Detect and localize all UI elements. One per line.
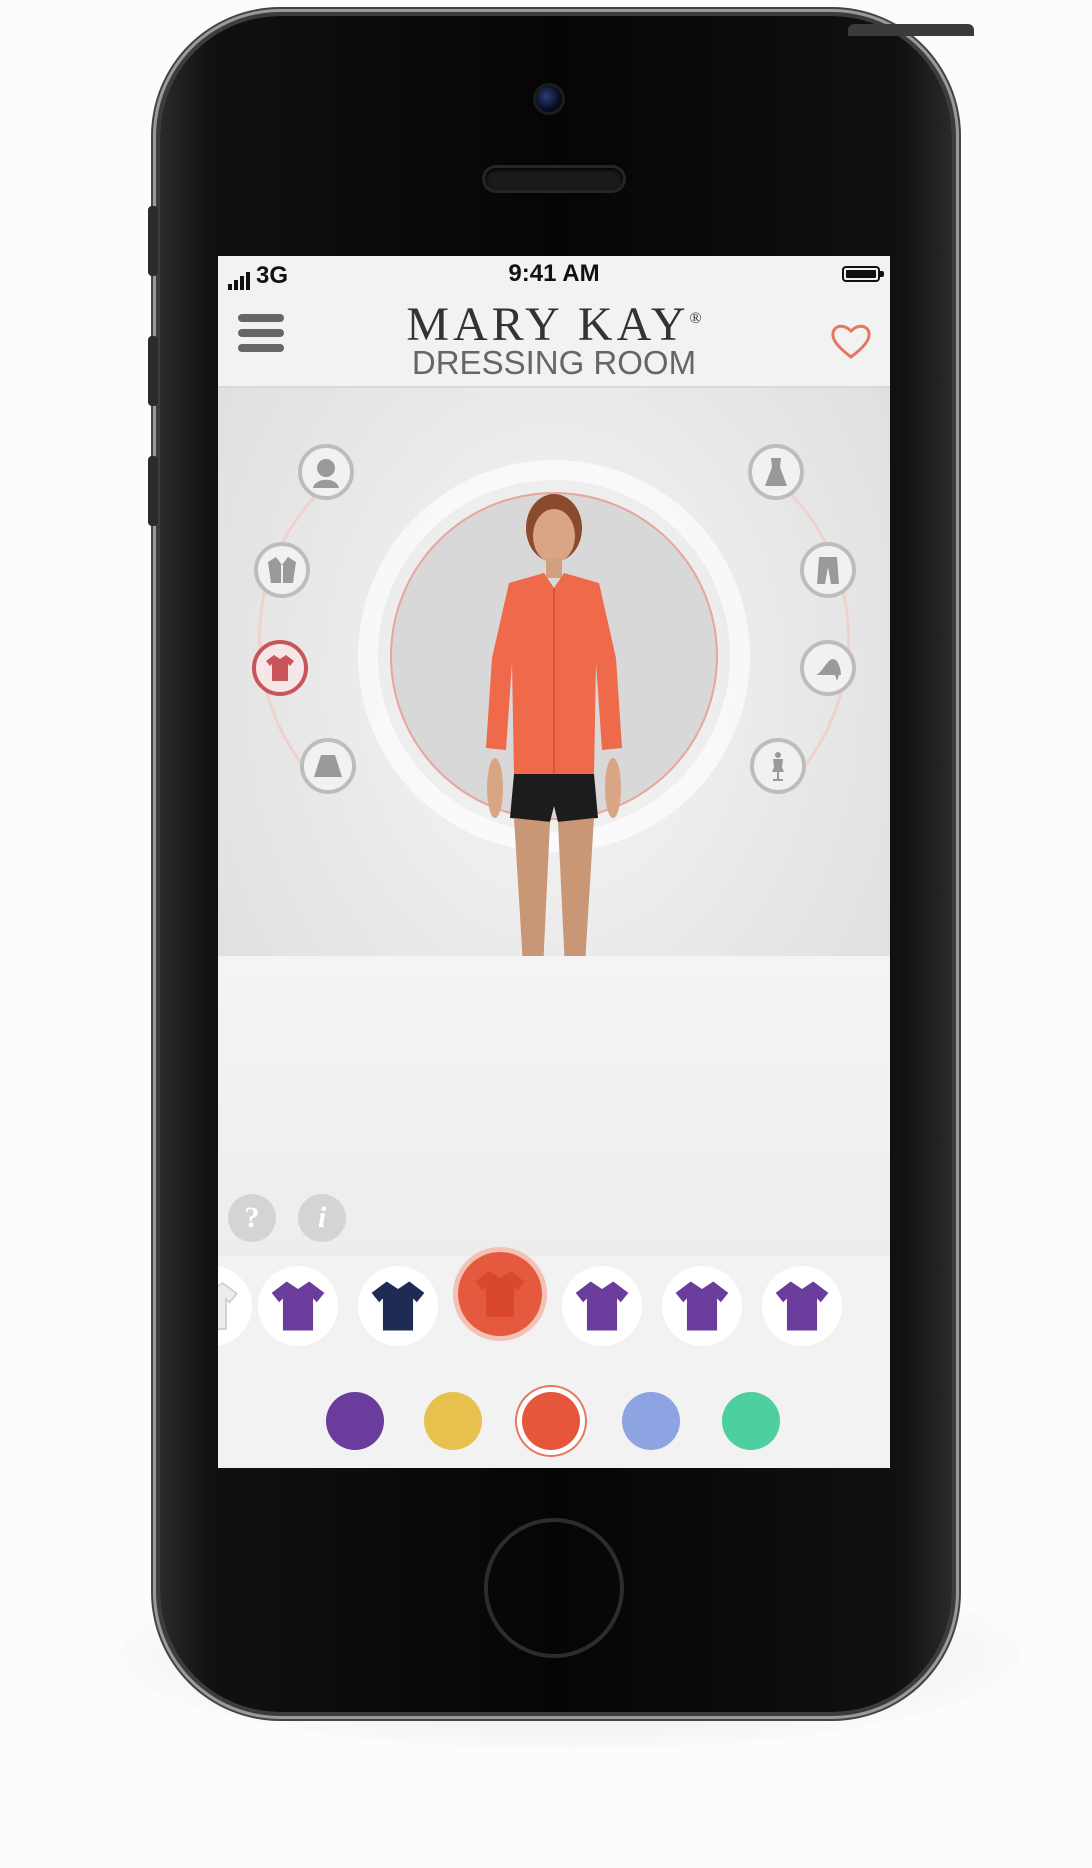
- status-time: 9:41 AM: [508, 260, 600, 287]
- category-blouse-button[interactable]: [252, 640, 308, 696]
- jacket-icon: [268, 557, 296, 583]
- category-mannequin-button[interactable]: [750, 738, 806, 794]
- info-icon: i: [317, 1201, 327, 1234]
- category-heels-button[interactable]: [800, 640, 856, 696]
- question-icon: ?: [244, 1201, 260, 1234]
- category-pants-button[interactable]: [800, 542, 856, 598]
- blouse-icon: [475, 1271, 525, 1317]
- home-button[interactable]: [484, 1518, 624, 1658]
- color-swatches: [218, 1386, 890, 1456]
- color-swatch-purple[interactable]: [326, 1392, 384, 1450]
- clothing-item[interactable]: [258, 1266, 338, 1346]
- clothing-item[interactable]: [358, 1266, 438, 1346]
- phone-frame: 3G 9:41 AM MARY KAY® DRESSING ROOM ? i: [148, 16, 974, 1712]
- app-screen: 3G 9:41 AM MARY KAY® DRESSING ROOM ? i: [218, 256, 890, 1468]
- info-button[interactable]: i: [298, 1194, 346, 1242]
- clothing-item[interactable]: [562, 1266, 642, 1346]
- category-skirt-button[interactable]: [300, 738, 356, 794]
- mute-switch: [148, 206, 158, 276]
- dress-icon: [765, 458, 787, 486]
- color-swatch-blue[interactable]: [622, 1392, 680, 1450]
- brand-subtitle: DRESSING ROOM: [411, 344, 697, 381]
- battery-icon: [842, 266, 884, 282]
- color-swatch-green[interactable]: [722, 1392, 780, 1450]
- color-swatch-yellow[interactable]: [424, 1392, 482, 1450]
- skirt-icon: [314, 755, 342, 777]
- volume-up-button: [148, 336, 158, 406]
- clothing-item-selected[interactable]: [458, 1252, 542, 1336]
- power-button: [848, 24, 974, 36]
- clothing-item[interactable]: [662, 1266, 742, 1346]
- category-dress-button[interactable]: [748, 444, 804, 500]
- category-hair-button[interactable]: [298, 444, 354, 500]
- category-jacket-button[interactable]: [254, 542, 310, 598]
- mannequin-icon: [772, 752, 784, 781]
- app-header: MARY KAY® DRESSING ROOM: [218, 292, 890, 388]
- blouse-icon: [271, 1281, 325, 1331]
- blouse-icon: [575, 1281, 629, 1331]
- blouse-icon: [675, 1281, 729, 1331]
- pants-icon: [817, 557, 839, 584]
- heels-icon: [815, 659, 841, 681]
- color-swatch-orange-selected[interactable]: [522, 1392, 580, 1450]
- brand-logo: MARY KAY® DRESSING ROOM: [218, 292, 890, 381]
- clothing-item[interactable]: [762, 1266, 842, 1346]
- blouse-icon: [371, 1281, 425, 1331]
- favorite-heart-icon[interactable]: [830, 322, 872, 360]
- front-camera: [536, 86, 562, 112]
- clothing-carousel: [218, 1252, 890, 1376]
- blouse-icon: [266, 655, 294, 681]
- registered-mark: ®: [689, 310, 702, 327]
- help-button[interactable]: ?: [228, 1194, 276, 1242]
- blouse-icon: [775, 1281, 829, 1331]
- earpiece-speaker: [485, 168, 623, 190]
- stage: 3G 9:41 AM MARY KAY® DRESSING ROOM ? i: [0, 0, 1092, 1868]
- status-bar: 3G 9:41 AM: [218, 256, 890, 292]
- blouse-icon: [218, 1281, 238, 1330]
- hair-icon: [313, 459, 339, 488]
- volume-down-button: [148, 456, 158, 526]
- clothing-item[interactable]: [218, 1266, 252, 1346]
